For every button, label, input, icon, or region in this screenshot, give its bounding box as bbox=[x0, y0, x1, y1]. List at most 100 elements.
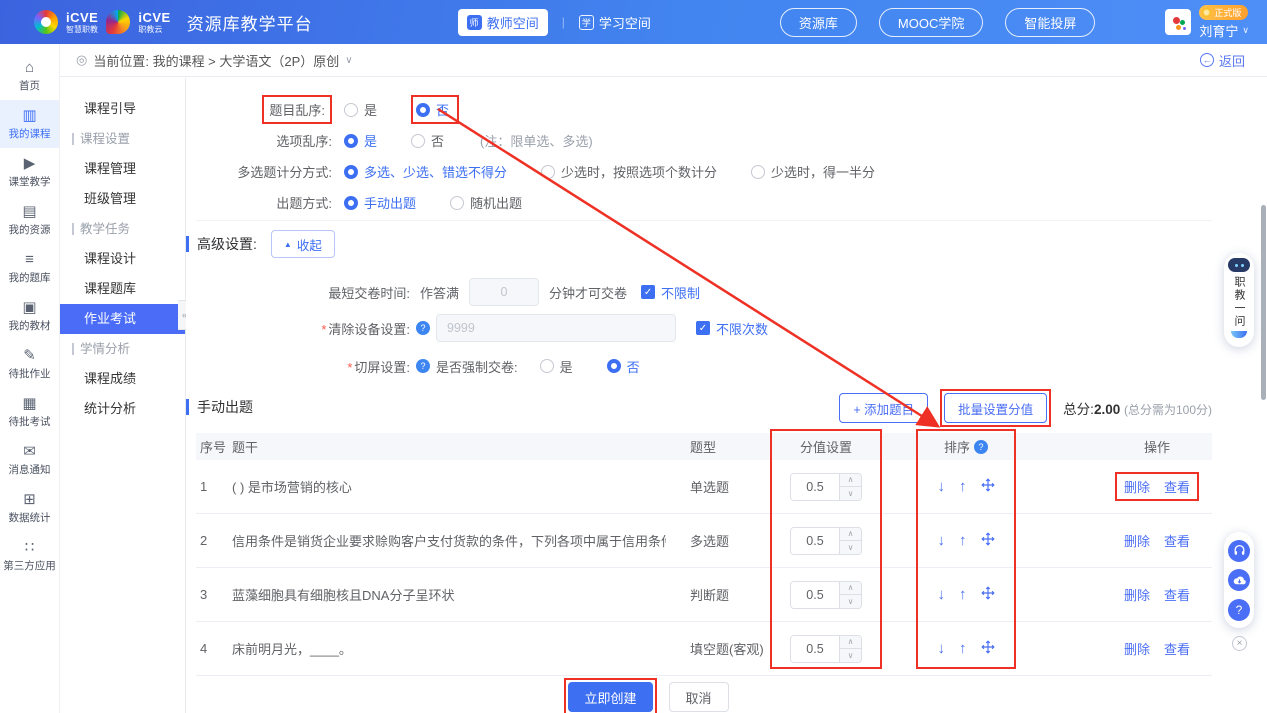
logo-sub: 职教云 bbox=[138, 26, 170, 34]
radio-multi-scoring-per-option[interactable]: 少选时，按照选项个数计分 bbox=[541, 162, 717, 181]
close-toolbar-icon[interactable]: × bbox=[1232, 636, 1247, 651]
move-down-icon[interactable]: ↓ bbox=[938, 479, 946, 494]
sidebar-item-classroom-teaching[interactable]: ▶ 课堂教学 bbox=[0, 148, 59, 196]
radio-option-shuffle-yes[interactable]: 是 bbox=[344, 131, 377, 150]
sidebar-item-my-courses[interactable]: ▥ 我的课程 bbox=[0, 100, 59, 148]
page-scrollbar[interactable] bbox=[1261, 205, 1266, 400]
help-icon[interactable]: ? bbox=[416, 359, 430, 373]
resource-library-button[interactable]: 资源库 bbox=[780, 8, 857, 37]
triangle-up-icon: ▲ bbox=[284, 240, 292, 249]
score-input[interactable] bbox=[791, 528, 839, 554]
submenu-item-homework-exam[interactable]: 作业考试 bbox=[60, 304, 185, 334]
delete-link[interactable]: 删除 bbox=[1124, 585, 1150, 604]
breadcrumb-caret-icon[interactable]: ∨ bbox=[345, 55, 352, 66]
stepper-down-icon[interactable]: ∨ bbox=[840, 649, 861, 662]
submenu-item-course-guide[interactable]: 课程引导 bbox=[60, 94, 185, 124]
tab-study-space[interactable]: 学 学习空间 bbox=[579, 13, 651, 32]
help-button[interactable]: ? bbox=[1228, 599, 1250, 621]
move-down-icon[interactable]: ↓ bbox=[938, 587, 946, 602]
radio-multi-scoring-no-credit[interactable]: 多选、少选、错选不得分 bbox=[344, 162, 507, 181]
sidebar-item-my-textbooks[interactable]: ▣ 我的教材 bbox=[0, 292, 59, 340]
move-up-icon[interactable]: ↑ bbox=[959, 533, 967, 548]
submenu-item-course-grades[interactable]: 课程成绩 bbox=[60, 364, 185, 394]
user-avatar[interactable] bbox=[1165, 9, 1191, 35]
score-input[interactable] bbox=[791, 474, 839, 500]
submenu-item-class-management[interactable]: 班级管理 bbox=[60, 184, 185, 214]
quick-links: 资源库 MOOC学院 智能投屏 bbox=[780, 8, 1095, 37]
batch-set-score-button[interactable]: 批量设置分值 bbox=[944, 393, 1047, 423]
view-link[interactable]: 查看 bbox=[1164, 477, 1190, 496]
min-time-prefix: 作答满 bbox=[420, 283, 459, 302]
sidebar-item-third-party-apps[interactable]: ∷ 第三方应用 bbox=[0, 532, 59, 580]
submenu-item-course-management[interactable]: 课程管理 bbox=[60, 154, 185, 184]
stepper-up-icon[interactable]: ∧ bbox=[840, 582, 861, 596]
move-up-icon[interactable]: ↑ bbox=[959, 479, 967, 494]
home-icon: ⌂ bbox=[25, 60, 34, 75]
logo-cluster: iCVE 智慧职教 iCVE 职教云 资源库教学平台 bbox=[34, 10, 313, 35]
submenu-item-statistical-analysis[interactable]: 统计分析 bbox=[60, 394, 185, 424]
sidebar-item-my-resources[interactable]: ▤ 我的资源 bbox=[0, 196, 59, 244]
radio-option-shuffle-no[interactable]: 否 bbox=[411, 131, 444, 150]
drag-move-icon[interactable] bbox=[981, 532, 995, 549]
move-up-icon[interactable]: ↑ bbox=[959, 641, 967, 656]
checkbox-no-limit[interactable]: ✓ 不限制 bbox=[641, 283, 700, 302]
tab-teacher-space[interactable]: 师 教师空间 bbox=[458, 9, 548, 36]
download-button[interactable] bbox=[1228, 569, 1250, 591]
sidebar-item-home[interactable]: ⌂ 首页 bbox=[0, 52, 59, 100]
stepper-down-icon[interactable]: ∨ bbox=[840, 541, 861, 554]
qa-assistant-widget[interactable]: 职教一问 bbox=[1224, 253, 1254, 347]
drag-move-icon[interactable] bbox=[981, 640, 995, 657]
move-down-icon[interactable]: ↓ bbox=[938, 533, 946, 548]
checkbox-unlimited-times[interactable]: ✓ 不限次数 bbox=[696, 319, 768, 338]
create-now-button[interactable]: 立即创建 bbox=[568, 682, 652, 712]
back-button[interactable]: ← 返回 bbox=[1200, 51, 1245, 70]
radio-question-shuffle-yes[interactable]: 是 bbox=[344, 100, 377, 119]
stepper-down-icon[interactable]: ∨ bbox=[840, 595, 861, 608]
delete-link[interactable]: 删除 bbox=[1124, 639, 1150, 658]
submenu-item-course-question-bank[interactable]: 课程题库 bbox=[60, 274, 185, 304]
smart-cast-button[interactable]: 智能投屏 bbox=[1005, 8, 1095, 37]
sidebar-item-notifications[interactable]: ✉ 消息通知 bbox=[0, 436, 59, 484]
stepper-up-icon[interactable]: ∧ bbox=[840, 636, 861, 650]
move-up-icon[interactable]: ↑ bbox=[959, 587, 967, 602]
view-link[interactable]: 查看 bbox=[1164, 585, 1190, 604]
score-input[interactable] bbox=[791, 636, 839, 662]
radio-force-submit-yes[interactable]: 是 bbox=[540, 357, 573, 376]
score-input[interactable] bbox=[791, 582, 839, 608]
sort-help-icon[interactable]: ? bbox=[974, 440, 988, 454]
table-row: 1 ( ) 是市场营销的核心 单选题 ∧ ∨ ↓ ↑ bbox=[196, 460, 1212, 514]
delete-link[interactable]: 删除 bbox=[1124, 477, 1150, 496]
radio-question-shuffle-no[interactable]: 否 bbox=[416, 100, 449, 119]
user-area[interactable]: 正式版 刘育宁 ∨ bbox=[1165, 5, 1249, 40]
sidebar-item-pending-homework[interactable]: ✎ 待批作业 bbox=[0, 340, 59, 388]
drag-move-icon[interactable] bbox=[981, 478, 995, 495]
clear-device-input[interactable] bbox=[436, 314, 676, 342]
move-down-icon[interactable]: ↓ bbox=[938, 641, 946, 656]
customer-service-button[interactable] bbox=[1228, 540, 1250, 562]
stepper-up-icon[interactable]: ∧ bbox=[840, 474, 861, 488]
cancel-button[interactable]: 取消 bbox=[669, 682, 729, 712]
question-stem: 蓝藻细胞具有细胞核且DNA分子呈环状 bbox=[232, 585, 666, 604]
submenu-item-course-design[interactable]: 课程设计 bbox=[60, 244, 185, 274]
sidebar-item-pending-exams[interactable]: ▦ 待批考试 bbox=[0, 388, 59, 436]
radio-manual-questions[interactable]: 手动出题 bbox=[344, 193, 416, 212]
breadcrumb[interactable]: 当前位置: 我的课程 > 大学语文（2P）原创 bbox=[93, 51, 339, 70]
mooc-college-button[interactable]: MOOC学院 bbox=[879, 8, 983, 37]
radio-multi-scoring-half[interactable]: 少选时，得一半分 bbox=[751, 162, 875, 181]
stepper-up-icon[interactable]: ∧ bbox=[840, 528, 861, 542]
view-link[interactable]: 查看 bbox=[1164, 639, 1190, 658]
drag-move-icon[interactable] bbox=[981, 586, 995, 603]
min-time-input[interactable] bbox=[469, 278, 539, 306]
score-stepper: ∧ ∨ bbox=[790, 635, 862, 663]
add-question-button[interactable]: + 添加题目 bbox=[839, 393, 928, 423]
radio-force-submit-no[interactable]: 否 bbox=[607, 357, 640, 376]
radio-random-questions[interactable]: 随机出题 bbox=[450, 193, 522, 212]
help-icon[interactable]: ? bbox=[416, 321, 430, 335]
sidebar-item-my-question-bank[interactable]: ≡ 我的题库 bbox=[0, 244, 59, 292]
stepper-down-icon[interactable]: ∨ bbox=[840, 487, 861, 500]
collapse-advanced-button[interactable]: ▲ 收起 bbox=[271, 230, 335, 258]
sidebar-item-data-statistics[interactable]: ⊞ 数据统计 bbox=[0, 484, 59, 532]
view-link[interactable]: 查看 bbox=[1164, 531, 1190, 550]
delete-link[interactable]: 删除 bbox=[1124, 531, 1150, 550]
user-name[interactable]: 刘育宁 ∨ bbox=[1199, 21, 1249, 40]
